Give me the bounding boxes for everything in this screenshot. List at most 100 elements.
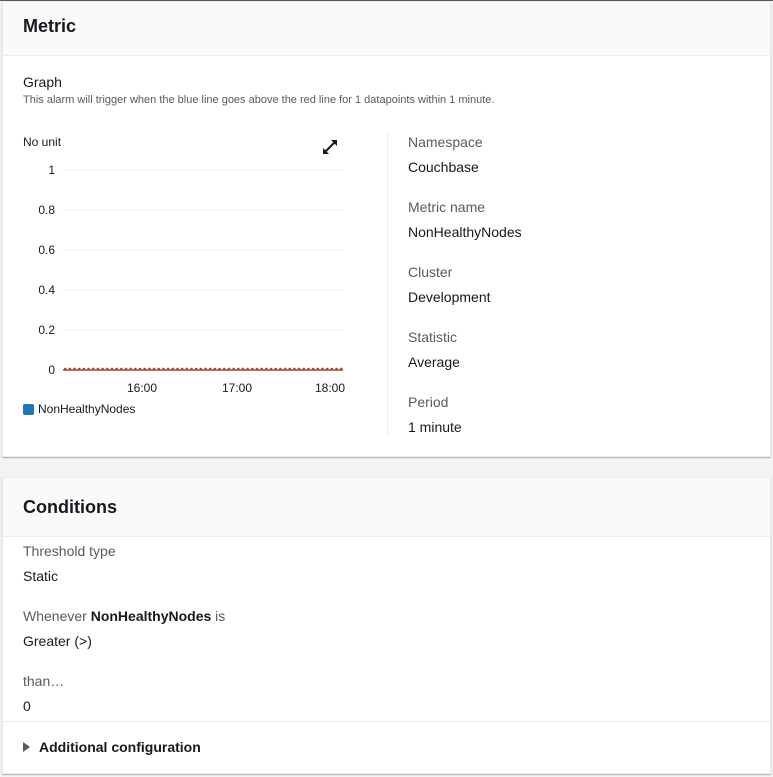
series-datapoint	[194, 367, 198, 370]
period-value: 1 minute	[408, 419, 462, 435]
y-tick-label: 0.2	[38, 323, 55, 337]
series-datapoint	[162, 367, 165, 370]
series-datapoint	[241, 367, 245, 370]
series-datapoint	[213, 367, 217, 370]
additional-configuration-label: Additional configuration	[39, 739, 201, 755]
comparison-value: Greater (>)	[23, 633, 92, 649]
graph-label: Graph	[23, 74, 62, 90]
series-datapoint	[293, 367, 296, 370]
metric-name-label: Metric name	[408, 199, 486, 215]
y-tick-label: 0	[48, 363, 55, 377]
series-datapoint	[297, 367, 301, 370]
series-datapoint	[68, 367, 72, 370]
series-datapoint	[330, 367, 334, 370]
legend-series-label: NonHealthyNodes	[38, 402, 136, 416]
series-datapoint	[185, 367, 189, 370]
series-datapoint	[321, 367, 324, 370]
expand-arrows-icon[interactable]	[321, 138, 339, 156]
series-datapoint	[255, 367, 259, 370]
series-datapoint	[78, 367, 81, 370]
whenever-prefix: Whenever	[23, 608, 87, 624]
conditions-panel-header: Conditions	[3, 478, 770, 537]
series-datapoint	[218, 367, 221, 370]
x-tick-label: 16:00	[127, 381, 157, 395]
y-tick-label: 0.6	[38, 243, 55, 257]
series-datapoint	[87, 367, 90, 370]
whenever-suffix: is	[215, 608, 226, 624]
series-datapoint	[148, 367, 151, 370]
series-datapoint	[251, 367, 254, 370]
series-datapoint	[190, 367, 193, 370]
series-datapoint	[171, 367, 174, 370]
series-datapoint	[166, 367, 170, 370]
legend-swatch	[23, 403, 34, 415]
threshold-type-label: Threshold type	[23, 543, 116, 559]
series-datapoint	[204, 367, 207, 370]
cluster-label: Cluster	[408, 264, 453, 280]
series-datapoint	[279, 367, 282, 370]
series-datapoint	[129, 367, 132, 370]
series-datapoint	[288, 367, 291, 370]
series-datapoint	[237, 367, 240, 370]
chart-unit-label: No unit	[23, 135, 62, 149]
series-datapoint	[316, 367, 320, 370]
y-tick-label: 0.8	[38, 203, 55, 217]
series-datapoint	[143, 367, 146, 370]
series-datapoint	[96, 367, 100, 370]
statistic-value: Average	[408, 354, 460, 370]
series-datapoint	[209, 367, 212, 370]
y-tick-label: 1	[48, 163, 55, 177]
conditions-panel-title: Conditions	[23, 497, 117, 517]
series-datapoint	[134, 367, 137, 370]
x-tick-label: 18:00	[315, 381, 345, 395]
series-datapoint	[340, 367, 343, 370]
series-datapoint	[223, 367, 226, 370]
series-datapoint	[110, 367, 114, 370]
series-datapoint	[274, 367, 277, 370]
series-datapoint	[106, 367, 109, 370]
conditions-panel: Conditions Threshold type Static Wheneve…	[2, 477, 771, 774]
series-datapoint	[152, 367, 156, 370]
metric-panel: Metric Graph This alarm will trigger whe…	[2, 1, 771, 457]
series-datapoint	[73, 367, 76, 370]
additional-configuration-toggle[interactable]: Additional configuration	[23, 739, 201, 755]
chart-legend[interactable]: NonHealthyNodes	[23, 402, 135, 416]
series-datapoint	[232, 367, 235, 370]
series-datapoint	[120, 367, 123, 370]
graph-description: This alarm will trigger when the blue li…	[23, 94, 495, 106]
y-tick-label: 0.4	[38, 283, 55, 297]
series-datapoint	[311, 367, 315, 370]
series-datapoint	[260, 367, 263, 370]
series-datapoint	[157, 367, 160, 370]
series-datapoint	[302, 367, 305, 370]
than-value: 0	[23, 698, 31, 714]
series-datapoint	[82, 367, 86, 370]
whenever-metric: NonHealthyNodes	[90, 608, 212, 624]
series-datapoint	[180, 367, 184, 370]
column-divider	[387, 131, 388, 437]
series-datapoint	[176, 367, 179, 370]
series-datapoint	[92, 367, 95, 370]
series-datapoint	[138, 367, 142, 370]
series-datapoint	[265, 367, 268, 370]
series-datapoint	[283, 367, 287, 370]
threshold-type-value: Static	[23, 568, 59, 584]
series-datapoint	[335, 367, 338, 370]
period-label: Period	[408, 394, 449, 410]
namespace-value: Couchbase	[408, 159, 479, 175]
caret-right-icon	[23, 742, 30, 752]
series-datapoint	[246, 367, 249, 370]
series-datapoint	[325, 367, 329, 370]
series-datapoint	[101, 367, 104, 370]
statistic-label: Statistic	[408, 329, 458, 345]
metric-panel-header: Metric	[3, 2, 770, 56]
metric-chart: No unit 1 0.8 0.6 0.4 0.2 0 16:00 17:00 18:00	[23, 135, 345, 395]
series-datapoint	[64, 367, 67, 370]
series-datapoint	[115, 367, 118, 370]
series-datapoint	[227, 367, 231, 370]
namespace-label: Namespace	[408, 134, 483, 150]
series-datapoint	[199, 367, 203, 370]
whenever-label: Whenever NonHealthyNodes is	[23, 608, 225, 624]
series-datapoint	[307, 367, 310, 370]
x-tick-label: 17:00	[222, 381, 252, 395]
